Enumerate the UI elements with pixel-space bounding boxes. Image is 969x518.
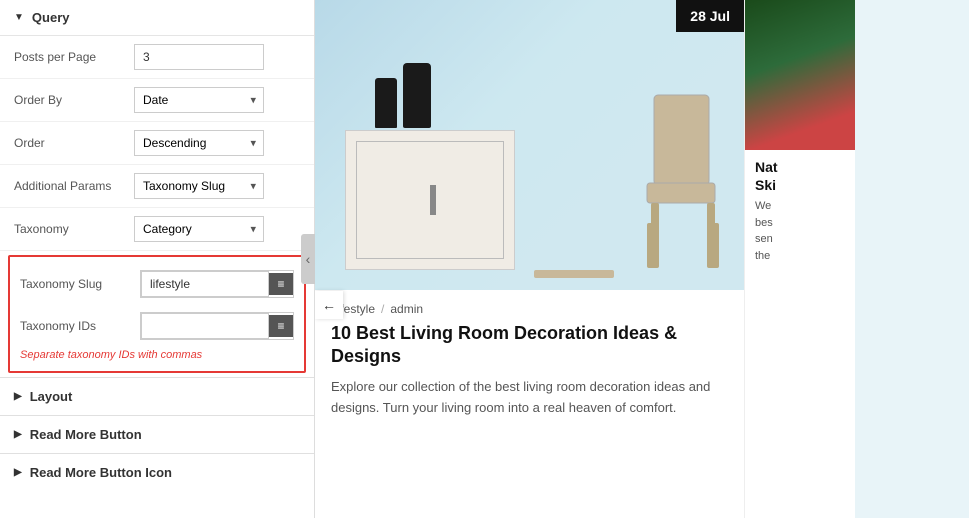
read-more-button-section-header[interactable]: ▶ Read More Button xyxy=(0,416,314,453)
taxonomy-control: Category Tag Custom xyxy=(134,216,300,242)
read-more-arrow-icon: ▶ xyxy=(14,429,22,440)
order-control: Descending Ascending xyxy=(134,130,300,156)
query-arrow-icon: ▼ xyxy=(14,12,24,23)
order-select[interactable]: Descending Ascending xyxy=(134,130,264,156)
right-panel: 28 Jul xyxy=(315,0,969,518)
additional-params-label: Additional Params xyxy=(14,179,134,193)
blog-card-partial: Nat Ski We bes sen the xyxy=(745,0,855,518)
taxonomy-ids-label: Taxonomy IDs xyxy=(20,319,140,333)
card-author[interactable]: admin xyxy=(390,302,423,316)
read-more-button-icon-section-header[interactable]: ▶ Read More Button Icon xyxy=(0,454,314,491)
layout-section-label: Layout xyxy=(30,389,73,404)
order-row: Order Descending Ascending xyxy=(0,122,314,165)
vase-1-illustration xyxy=(375,78,397,128)
date-badge: 28 Jul xyxy=(676,0,744,32)
panel-handle[interactable] xyxy=(301,234,315,284)
order-label: Order xyxy=(14,136,134,150)
vase-2-illustration xyxy=(403,63,431,128)
query-section-header[interactable]: ▼ Query xyxy=(0,0,314,36)
card-partial-excerpt: We bes sen the xyxy=(755,198,845,264)
taxonomy-ids-list-icon[interactable]: ≡ xyxy=(269,315,293,337)
posts-per-page-input[interactable] xyxy=(134,44,264,70)
posts-per-page-label: Posts per Page xyxy=(14,50,134,64)
back-arrow-button[interactable]: ← xyxy=(315,291,343,319)
card-main-image: 28 Jul xyxy=(315,0,744,290)
layout-section: ▶ Layout xyxy=(0,377,314,415)
table-illustration xyxy=(534,270,614,278)
card-main-meta: Lifestyle / admin xyxy=(331,302,728,316)
layout-arrow-icon: ▶ xyxy=(14,391,22,402)
read-more-button-icon-section-label: Read More Button Icon xyxy=(30,465,172,480)
query-header-label: Query xyxy=(32,10,70,25)
additional-params-control: Taxonomy Slug Taxonomy IDs None xyxy=(134,173,300,199)
taxonomy-row: Taxonomy Category Tag Custom xyxy=(0,208,314,251)
cabinet-handle xyxy=(430,185,436,215)
order-by-label: Order By xyxy=(14,93,134,107)
taxonomy-ids-hint: Separate taxonomy IDs with commas xyxy=(10,347,304,367)
taxonomy-ids-row: Taxonomy IDs ≡ xyxy=(10,305,304,347)
card-main-excerpt: Explore our collection of the best livin… xyxy=(331,377,728,419)
additional-params-row: Additional Params Taxonomy Slug Taxonomy… xyxy=(0,165,314,208)
taxonomy-select[interactable]: Category Tag Custom xyxy=(134,216,264,242)
layout-section-header[interactable]: ▶ Layout xyxy=(0,378,314,415)
order-by-select[interactable]: Date Title Author Random xyxy=(134,87,264,113)
blog-cards-container: 28 Jul xyxy=(315,0,969,518)
meta-separator: / xyxy=(381,302,384,316)
taxonomy-slug-label: Taxonomy Slug xyxy=(20,277,140,291)
taxonomy-ids-input[interactable] xyxy=(141,313,269,339)
read-more-icon-arrow-icon: ▶ xyxy=(14,467,22,478)
card-main-title: 10 Best Living Room Decoration Ideas & D… xyxy=(331,322,728,369)
chair-illustration xyxy=(599,85,729,275)
card-partial-image xyxy=(745,0,855,150)
left-panel: ▼ Query Posts per Page Order By Date Tit… xyxy=(0,0,315,518)
order-by-row: Order By Date Title Author Random xyxy=(0,79,314,122)
furniture-cabinet-illustration xyxy=(345,130,515,270)
additional-params-select[interactable]: Taxonomy Slug Taxonomy IDs None xyxy=(134,173,264,199)
taxonomy-slug-row: Taxonomy Slug ≡ xyxy=(10,263,304,305)
read-more-button-section-label: Read More Button xyxy=(30,427,142,442)
blog-card-main: 28 Jul xyxy=(315,0,745,518)
card-partial-title: Nat Ski xyxy=(755,158,845,194)
taxonomy-label: Taxonomy xyxy=(14,222,134,236)
order-by-control: Date Title Author Random xyxy=(134,87,300,113)
card-partial-content: Nat Ski We bes sen the xyxy=(745,150,855,272)
posts-per-page-control xyxy=(134,44,300,70)
taxonomy-ids-control: ≡ xyxy=(140,312,294,340)
taxonomy-slug-control: ≡ xyxy=(140,270,294,298)
posts-per-page-row: Posts per Page xyxy=(0,36,314,79)
taxonomy-slug-input[interactable] xyxy=(141,271,269,297)
taxonomy-slug-list-icon[interactable]: ≡ xyxy=(269,273,293,295)
read-more-button-icon-section: ▶ Read More Button Icon xyxy=(0,453,314,491)
taxonomy-slug-ids-section: Taxonomy Slug ≡ Taxonomy IDs ≡ Separate … xyxy=(8,255,306,373)
read-more-button-section: ▶ Read More Button xyxy=(0,415,314,453)
card-main-content: Lifestyle / admin 10 Best Living Room De… xyxy=(315,290,744,518)
